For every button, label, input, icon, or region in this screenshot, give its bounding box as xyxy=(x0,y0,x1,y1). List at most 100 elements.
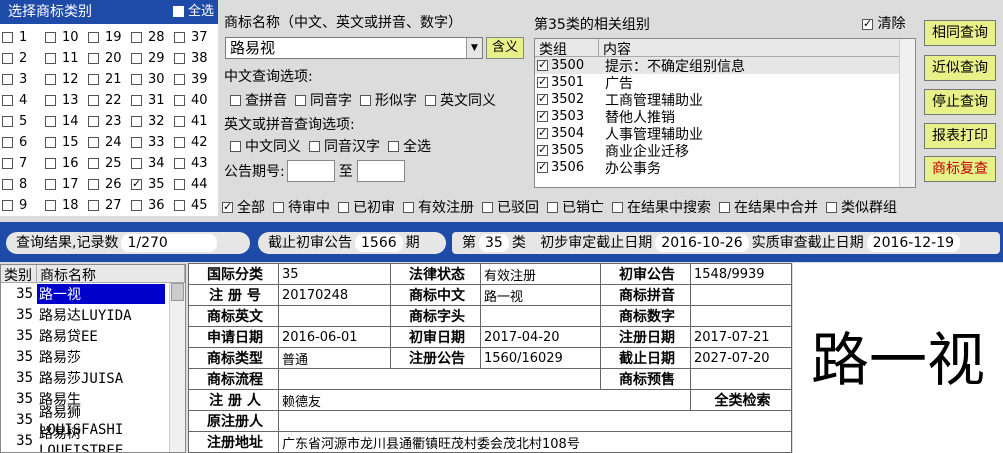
print-report-button[interactable]: 报表打印 xyxy=(924,123,996,149)
group-checkbox[interactable] xyxy=(537,160,548,173)
category-option[interactable]: 24 xyxy=(88,132,131,153)
period-to-input[interactable] xyxy=(356,160,405,182)
category-option[interactable]: 2 xyxy=(2,48,45,69)
option-checkbox[interactable] xyxy=(425,94,436,106)
category-checkbox[interactable] xyxy=(2,32,13,43)
trademark-name-input[interactable]: 路易视 ▼ xyxy=(225,37,483,59)
option-checkbox[interactable] xyxy=(360,94,371,106)
category-checkbox[interactable] xyxy=(88,74,99,85)
category-checkbox[interactable] xyxy=(174,53,185,64)
category-checkbox[interactable] xyxy=(131,74,142,85)
category-checkbox[interactable] xyxy=(88,200,99,211)
category-checkbox[interactable] xyxy=(45,158,56,169)
category-checkbox[interactable] xyxy=(45,179,56,190)
category-select-all[interactable]: 全选 xyxy=(172,0,214,24)
category-option[interactable]: 9 xyxy=(2,195,45,216)
group-row[interactable]: 3500提示：不确定组别信息 xyxy=(535,57,915,75)
select-all-checkbox[interactable] xyxy=(172,6,184,17)
category-option[interactable]: 30 xyxy=(131,69,174,90)
category-option[interactable]: 17 xyxy=(45,174,88,195)
filter-checkbox[interactable] xyxy=(826,201,837,213)
table-row[interactable]: 35 路易莎 xyxy=(1,346,185,367)
group-row[interactable]: 3506 办公事务 xyxy=(535,159,915,177)
table-row[interactable]: 35 路易达LUYIDA xyxy=(1,304,185,325)
category-option[interactable]: 14 xyxy=(45,111,88,132)
category-checkbox[interactable] xyxy=(2,200,13,211)
category-checkbox[interactable] xyxy=(174,95,185,106)
category-checkbox[interactable] xyxy=(174,116,185,127)
group-checkbox[interactable] xyxy=(537,143,548,156)
category-checkbox[interactable] xyxy=(131,53,142,64)
category-option[interactable]: 5 xyxy=(2,111,45,132)
clear-groups[interactable]: 清除 xyxy=(862,13,905,33)
category-option[interactable]: 22 xyxy=(88,90,131,111)
category-option[interactable]: 13 xyxy=(45,90,88,111)
category-checkbox[interactable] xyxy=(131,200,142,211)
category-checkbox[interactable] xyxy=(88,179,99,190)
table-row[interactable]: 35 路易树LOUEISTREE xyxy=(1,426,185,453)
category-checkbox[interactable] xyxy=(131,32,142,43)
filter-checkbox[interactable] xyxy=(403,201,414,213)
group-row[interactable]: 3504人事管理辅助业 xyxy=(535,125,915,143)
category-option[interactable]: 37 xyxy=(174,27,217,48)
group-row[interactable]: 3501广告 xyxy=(535,74,915,92)
category-checkbox[interactable] xyxy=(2,137,13,148)
category-checkbox[interactable] xyxy=(88,158,99,169)
category-option[interactable]: 3 xyxy=(2,69,45,90)
category-checkbox[interactable] xyxy=(45,53,56,64)
category-option[interactable]: 44 xyxy=(174,174,217,195)
category-option[interactable]: 16 xyxy=(45,153,88,174)
result-scrollbar[interactable] xyxy=(169,283,185,452)
category-checkbox[interactable] xyxy=(174,32,185,43)
category-option[interactable]: 39 xyxy=(174,69,217,90)
category-option[interactable]: 27 xyxy=(88,195,131,216)
filter-option[interactable]: 已初审 xyxy=(338,197,395,217)
category-checkbox[interactable] xyxy=(45,32,56,43)
category-checkbox[interactable] xyxy=(131,158,142,169)
category-checkbox[interactable] xyxy=(2,179,13,190)
category-checkbox[interactable] xyxy=(45,200,56,211)
category-option[interactable]: 12 xyxy=(45,69,88,90)
category-option[interactable]: 43 xyxy=(174,153,217,174)
filter-checkbox[interactable] xyxy=(482,201,493,213)
category-option[interactable]: 15 xyxy=(45,132,88,153)
category-checkbox[interactable] xyxy=(2,95,13,106)
filter-checkbox[interactable] xyxy=(612,201,623,213)
category-option[interactable]: 7 xyxy=(2,153,45,174)
category-option[interactable]: 19 xyxy=(88,27,131,48)
category-checkbox[interactable] xyxy=(131,177,142,190)
category-checkbox[interactable] xyxy=(131,137,142,148)
category-checkbox[interactable] xyxy=(88,53,99,64)
table-row[interactable]: 35 路易贷EE xyxy=(1,325,185,346)
category-checkbox[interactable] xyxy=(2,53,13,64)
category-option[interactable]: 34 xyxy=(131,153,174,174)
filter-option[interactable]: 待审中 xyxy=(273,197,330,217)
category-option[interactable]: 40 xyxy=(174,90,217,111)
category-option[interactable]: 28 xyxy=(131,27,174,48)
category-checkbox[interactable] xyxy=(174,158,185,169)
category-option[interactable]: 31 xyxy=(131,90,174,111)
category-checkbox[interactable] xyxy=(2,74,13,85)
filter-option[interactable]: 有效注册 xyxy=(403,197,474,217)
filter-checkbox[interactable] xyxy=(547,201,558,213)
filter-checkbox[interactable] xyxy=(719,201,730,213)
category-option[interactable]: 1 xyxy=(2,27,45,48)
category-option[interactable]: 35 xyxy=(131,174,174,195)
group-checkbox[interactable] xyxy=(537,75,548,88)
category-option[interactable]: 38 xyxy=(174,48,217,69)
filter-option[interactable]: 类似群组 xyxy=(826,197,897,217)
category-checkbox[interactable] xyxy=(174,200,185,211)
category-checkbox[interactable] xyxy=(174,74,185,85)
category-checkbox[interactable] xyxy=(88,32,99,43)
category-option[interactable]: 6 xyxy=(2,132,45,153)
all-class-search-button[interactable]: 全类检索 xyxy=(690,389,792,411)
option-checkbox[interactable] xyxy=(388,140,399,152)
category-checkbox[interactable] xyxy=(45,74,56,85)
group-checkbox[interactable] xyxy=(537,92,548,105)
category-checkbox[interactable] xyxy=(45,137,56,148)
category-option[interactable]: 36 xyxy=(131,195,174,216)
clear-checkbox[interactable] xyxy=(862,17,873,30)
meaning-button[interactable]: 含义 xyxy=(486,37,524,59)
category-option[interactable]: 10 xyxy=(45,27,88,48)
filter-option[interactable]: 在结果中合并 xyxy=(719,197,818,217)
